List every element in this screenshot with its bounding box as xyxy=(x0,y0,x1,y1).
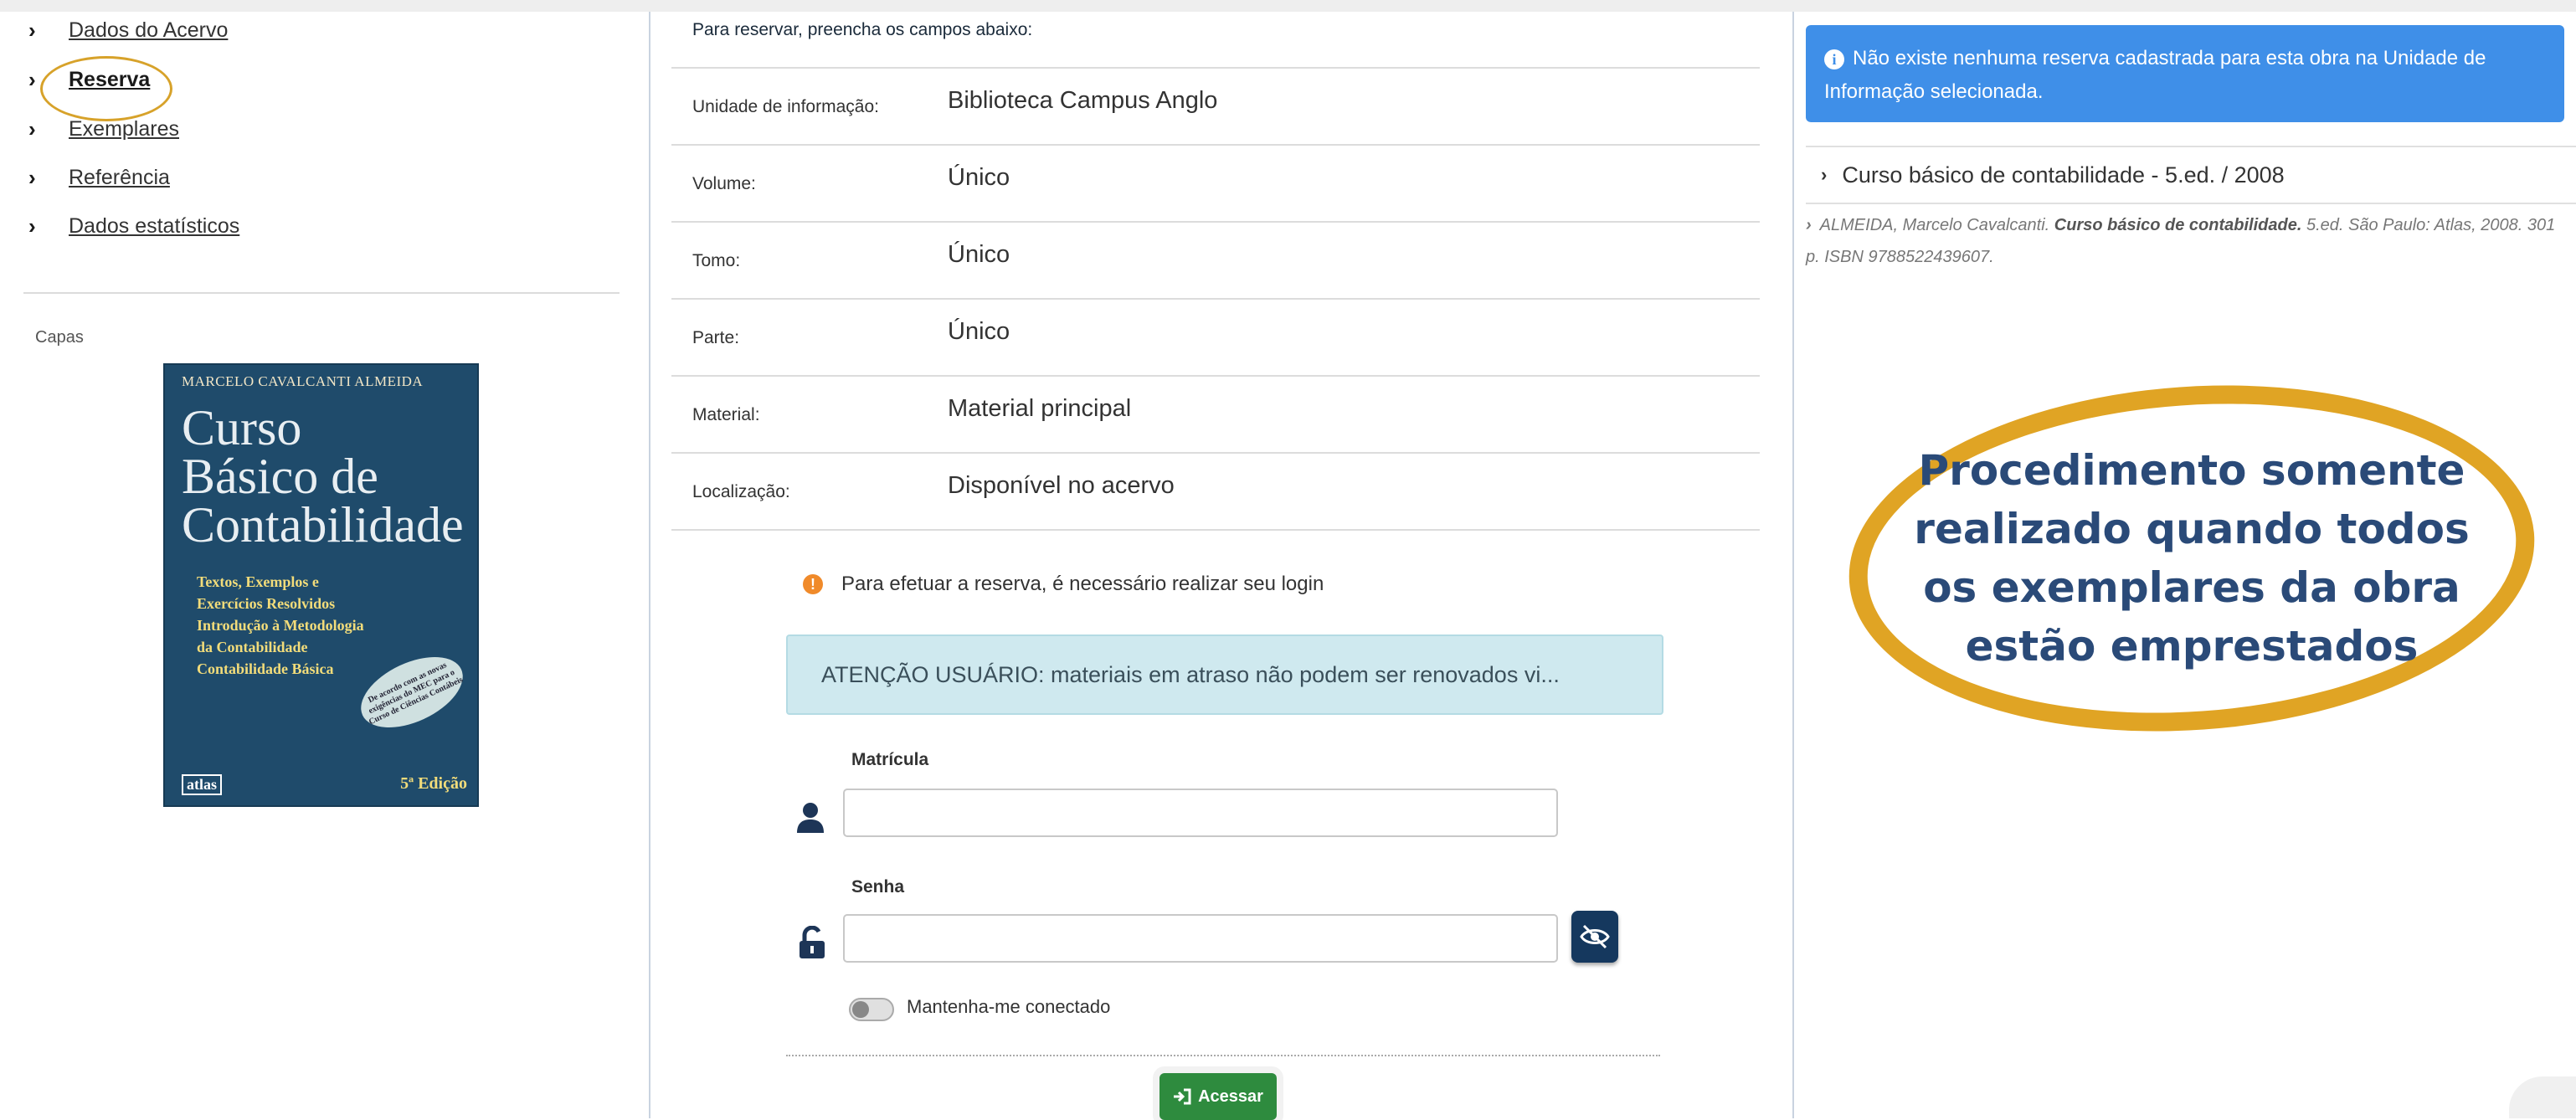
cover-title-line: Curso xyxy=(182,400,302,455)
no-reservation-text: Não existe nenhuma reserva cadastrada pa… xyxy=(1824,47,2486,103)
cover-sub-line: Exercícios Resolvidos xyxy=(197,595,336,612)
eye-slash-icon xyxy=(1580,924,1610,949)
user-icon xyxy=(796,802,825,841)
cover-publisher-logo: atlas xyxy=(182,774,222,795)
table-row: Material: Material principal xyxy=(671,375,1760,452)
details-table: Unidade de informação: Biblioteca Campus… xyxy=(671,67,1760,531)
chevron-right-icon: › xyxy=(28,164,36,190)
acessar-button-label: Acessar xyxy=(1198,1087,1263,1106)
nav-item-dados-estatisticos[interactable]: › Dados estatísticos xyxy=(28,209,239,243)
row-key: Volume: xyxy=(692,174,756,193)
cover-title-line: Básico de xyxy=(182,449,378,504)
nav-item-referencia[interactable]: › Referência xyxy=(28,161,170,194)
cover-seal: De acordo com as novas exigências do MEC… xyxy=(350,642,474,742)
citation-author: ALMEIDA, Marcelo Cavalcanti. xyxy=(1819,216,2050,234)
login-notice-text: Para efetuar a reserva, é necessário rea… xyxy=(841,573,1324,595)
row-key: Material: xyxy=(692,405,760,424)
annotation-callout-text: Procedimento somente realizado quando to… xyxy=(1914,446,2470,670)
acessar-button[interactable]: Acessar xyxy=(1159,1073,1277,1120)
login-notice: ! Para efetuar a reserva, é necessário r… xyxy=(803,573,1324,596)
unlock-icon xyxy=(798,925,826,967)
nav-item-label[interactable]: Dados estatísticos xyxy=(69,214,239,239)
info-icon: i xyxy=(1824,49,1844,69)
table-row: Localização: Disponível no acervo xyxy=(671,452,1760,531)
matricula-input[interactable] xyxy=(843,789,1558,837)
nav-item-label[interactable]: Referência xyxy=(69,166,170,190)
left-sidebar: › Dados do Acervo › Reserva › Exemplares… xyxy=(0,12,650,1118)
cover-sub-line: Contabilidade Básica xyxy=(197,660,334,677)
table-row: Parte: Único xyxy=(671,298,1760,375)
chevron-right-icon: › xyxy=(1806,216,1812,234)
warning-icon: ! xyxy=(803,574,823,594)
reservation-form-panel: Para reservar, preencha os campos abaixo… xyxy=(650,12,1794,1120)
row-value: Disponível no acervo xyxy=(948,472,1175,499)
row-key: Tomo: xyxy=(692,251,741,270)
reference-citation: › ALMEIDA, Marcelo Cavalcanti. Curso bási… xyxy=(1806,209,2568,273)
row-value: Material principal xyxy=(948,395,1132,422)
no-reservation-alert: i Não existe nenhuma reserva cadastrada p… xyxy=(1806,25,2564,122)
divider xyxy=(786,1055,1660,1056)
cover-sub-line: Introdução à Metodologia xyxy=(197,617,364,634)
row-key: Unidade de informação: xyxy=(692,97,879,116)
senha-input[interactable] xyxy=(843,914,1558,963)
senha-label: Senha xyxy=(851,877,905,897)
table-row: Volume: Único xyxy=(671,144,1760,221)
nav-item-dados-do-acervo[interactable]: › Dados do Acervo xyxy=(28,13,228,47)
remember-me-label: Mantenha-me conectado xyxy=(907,996,1111,1017)
top-bar xyxy=(0,0,2576,12)
toggle-password-button[interactable] xyxy=(1571,911,1618,963)
overdue-alert-text: ATENÇÃO USUÁRIO: materiais em atraso não… xyxy=(821,661,1560,687)
nav-item-label[interactable]: Dados do Acervo xyxy=(69,18,228,43)
cover-sub-line: Textos, Exemplos e xyxy=(197,573,319,590)
row-value: Único xyxy=(948,241,1010,268)
row-value: Biblioteca Campus Anglo xyxy=(948,87,1218,114)
chevron-right-icon: › xyxy=(28,213,36,239)
chevron-right-icon: › xyxy=(1821,164,1828,185)
covers-label: Capas xyxy=(35,328,84,347)
chevron-right-icon: › xyxy=(28,116,36,141)
overdue-alert: ATENÇÃO USUÁRIO: materiais em atraso não… xyxy=(786,634,1663,715)
nav-item-label[interactable]: Exemplares xyxy=(69,117,179,141)
matricula-label: Matrícula xyxy=(851,750,929,769)
divider xyxy=(23,292,620,294)
table-row: Unidade de informação: Biblioteca Campus… xyxy=(671,67,1760,144)
cover-title-line: Contabilidade xyxy=(182,497,464,552)
cover-title: Curso Básico de Contabilidade xyxy=(182,400,464,552)
sign-in-icon xyxy=(1174,1088,1191,1105)
cover-subtitle: Textos, Exemplos e Exercícios Resolvidos… xyxy=(197,571,364,680)
cover-edition: 5ª Edição xyxy=(400,774,467,793)
reference-title-row[interactable]: › Curso básico de contabilidade - 5.ed. … xyxy=(1806,146,2576,204)
row-value: Único xyxy=(948,164,1010,191)
table-row: Tomo: Único xyxy=(671,221,1760,298)
remember-me-toggle[interactable] xyxy=(849,998,894,1021)
cover-sub-line: da Contabilidade xyxy=(197,639,308,655)
citation-book-title: Curso básico de contabilidade. xyxy=(2054,216,2302,234)
form-heading: Para reservar, preencha os campos abaixo… xyxy=(692,20,1033,39)
nav-item-exemplares[interactable]: › Exemplares xyxy=(28,112,179,146)
row-key: Parte: xyxy=(692,328,740,347)
row-value: Único xyxy=(948,318,1010,345)
row-key: Localização: xyxy=(692,482,790,501)
chevron-right-icon: › xyxy=(28,17,36,43)
cover-author: MARCELO CAVALCANTI ALMEIDA xyxy=(182,373,424,389)
reference-title: Curso básico de contabilidade - 5.ed. / … xyxy=(1842,162,2285,188)
book-cover-image[interactable]: MARCELO CAVALCANTI ALMEIDA Curso Básico … xyxy=(163,363,479,807)
